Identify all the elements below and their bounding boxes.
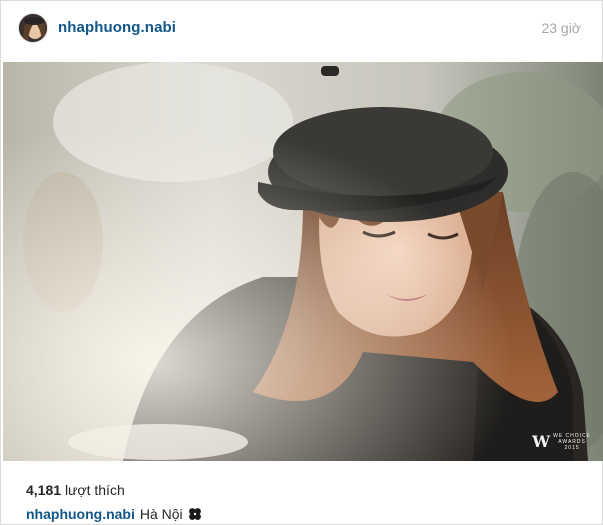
watermark-line-3: 2015 [564, 445, 580, 451]
photo-watermark: W WE CHOICE AWARDS 2015 [532, 433, 591, 451]
avatar[interactable] [18, 13, 48, 43]
post-username-link[interactable]: nhaphuong.nabi [58, 19, 176, 36]
post-photo[interactable]: W WE CHOICE AWARDS 2015 [3, 62, 603, 461]
likes-number: 4,181 [26, 482, 62, 498]
photo-image [3, 62, 603, 461]
wechoice-logo: W [532, 432, 551, 451]
likes-label: lượt thích [64, 482, 125, 498]
avatar-portrait-icon [19, 14, 47, 42]
post-timestamp[interactable]: 23 giờ [541, 20, 581, 36]
instagram-post: nhaphuong.nabi 23 giờ W WE CHOICE AWARDS… [0, 0, 603, 525]
likes-count[interactable]: 4,181 lượt thích [26, 482, 125, 498]
caption-author-link[interactable]: nhaphuong.nabi [26, 506, 135, 522]
caption-text: Hà Nội [139, 506, 183, 522]
post-header: nhaphuong.nabi 23 giờ [1, 1, 602, 60]
clover-emoji-icon [188, 507, 202, 521]
watermark-text: WE CHOICE AWARDS 2015 [553, 433, 591, 451]
post-caption: nhaphuong.nabi Hà Nội [26, 506, 202, 522]
